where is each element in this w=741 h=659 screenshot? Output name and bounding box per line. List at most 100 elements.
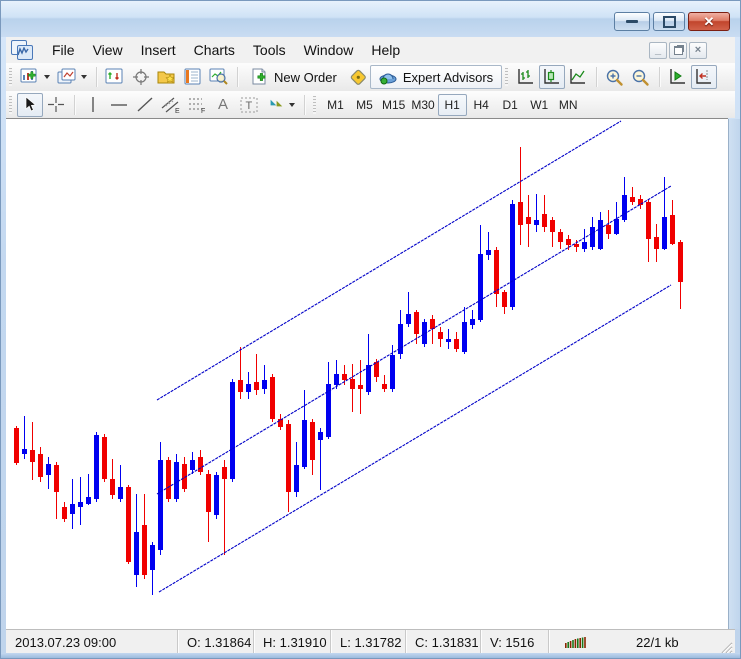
arrows-tool-button[interactable] [262, 93, 288, 117]
timeframe-m15-button[interactable]: M15 [379, 94, 408, 116]
candle [406, 292, 411, 327]
mdi-minimize-button[interactable]: _ [649, 41, 667, 59]
chart-window[interactable] [6, 118, 728, 629]
fibonacci-button[interactable]: F [184, 93, 210, 117]
data-window-icon [133, 69, 149, 85]
menu-tools[interactable]: Tools [244, 38, 295, 62]
candle [518, 147, 523, 245]
candle [286, 420, 291, 512]
timeframe-m1-button[interactable]: M1 [321, 94, 350, 116]
timeframe-h1-button[interactable]: H1 [437, 93, 467, 116]
candle [422, 319, 427, 347]
close-button[interactable]: ✕ [688, 12, 730, 31]
line-chart-button[interactable] [565, 65, 591, 89]
profiles-button[interactable] [54, 65, 80, 89]
candle [62, 502, 67, 522]
candle [398, 310, 403, 359]
metaeditor-button[interactable] [344, 65, 370, 89]
candle [246, 372, 251, 399]
zoom-in-button[interactable] [602, 65, 628, 89]
candle [614, 202, 619, 235]
menu-file[interactable]: File [43, 38, 84, 62]
timeframe-h4-button[interactable]: H4 [467, 94, 496, 116]
expert-advisors-button[interactable]: Expert Advisors [369, 65, 503, 89]
new-chart-icon [20, 68, 37, 83]
text-tool-button[interactable]: A [210, 93, 236, 117]
resize-grip[interactable] [719, 640, 733, 654]
menu-view[interactable]: View [84, 38, 132, 62]
text-label-button[interactable]: T [236, 93, 262, 117]
menu-help[interactable]: Help [362, 38, 409, 62]
bar-chart-button[interactable] [513, 65, 539, 89]
new-chart-dropdown-caret[interactable] [44, 75, 50, 79]
candlestick-chart-button[interactable] [539, 65, 566, 89]
toolbar-separator [304, 94, 305, 115]
new-order-icon [252, 68, 266, 85]
cursor-button[interactable] [17, 92, 43, 117]
titlebar[interactable]: ✕ [1, 1, 740, 37]
data-window-button[interactable] [128, 65, 154, 89]
menu-charts[interactable]: Charts [185, 38, 244, 62]
cursor-icon [25, 96, 37, 112]
market-watch-button[interactable] [102, 65, 128, 89]
zoom-out-button[interactable] [628, 65, 654, 89]
toolbar-separator [74, 94, 75, 115]
toolbar-separator [96, 67, 97, 87]
candle [166, 457, 171, 502]
menu-window[interactable]: Window [295, 38, 363, 62]
candle [222, 460, 227, 555]
timeframe-mn-button[interactable]: MN [554, 94, 583, 116]
new-order-button[interactable]: New Order [243, 65, 344, 89]
chart-right-frame [728, 119, 740, 629]
equidistant-channel-button[interactable]: E [158, 93, 184, 117]
svg-text:F: F [201, 108, 205, 114]
vertical-line-button[interactable] [80, 93, 106, 117]
horizontal-line-button[interactable] [106, 93, 132, 117]
candle [302, 390, 307, 469]
menu-bar: File View Insert Charts Tools Window Hel… [6, 37, 735, 64]
toolbar-separator [596, 67, 598, 87]
menu-insert[interactable]: Insert [132, 38, 185, 62]
trendline-button[interactable] [132, 93, 158, 117]
arrows-dropdown-caret[interactable] [289, 102, 295, 107]
terminal-icon [184, 68, 201, 85]
chart-canvas[interactable] [7, 120, 727, 629]
navigator-button[interactable] [154, 65, 180, 89]
profiles-dropdown-caret[interactable] [81, 75, 87, 79]
toolbar-grip[interactable] [313, 95, 316, 114]
zoom-in-icon [606, 69, 623, 86]
toolbar-grip[interactable] [9, 95, 12, 114]
expert-advisors-label: Expert Advisors [402, 69, 494, 85]
candle [310, 419, 315, 475]
toolbar-grip[interactable] [505, 68, 509, 86]
arrows-icon [270, 99, 283, 107]
minimize-icon [626, 20, 638, 23]
strategy-tester-button[interactable] [206, 65, 232, 89]
timeframe-m5-button[interactable]: M5 [350, 94, 379, 116]
crosshair-button[interactable] [43, 93, 69, 117]
mt4-logo-icon [11, 40, 35, 60]
mdi-close-button[interactable]: × [689, 41, 707, 59]
chart-shift-button[interactable] [691, 65, 718, 89]
bar-chart-icon [518, 69, 534, 84]
candle [510, 200, 515, 310]
new-chart-button[interactable] [17, 65, 43, 89]
expert-advisors-icon [379, 73, 397, 85]
timeframe-m30-button[interactable]: M30 [408, 94, 437, 116]
status-bar-connection: 22/1 kb [549, 630, 735, 654]
auto-scroll-button[interactable] [665, 65, 691, 89]
new-order-label: New Order [274, 69, 337, 85]
candle [110, 459, 115, 499]
terminal-button[interactable] [180, 65, 206, 89]
mdi-restore-button[interactable] [669, 41, 687, 59]
timeframe-d1-button[interactable]: D1 [496, 94, 525, 116]
status-bar-time: 2013.07.23 09:00 [6, 630, 178, 654]
text-label-icon: T [240, 97, 258, 112]
candle [542, 195, 547, 232]
toolbar-grip[interactable] [9, 68, 12, 86]
candle [38, 447, 43, 482]
connection-bars-icon [565, 637, 586, 648]
maximize-button[interactable] [653, 12, 685, 31]
timeframe-w1-button[interactable]: W1 [525, 94, 554, 116]
minimize-button[interactable] [614, 12, 650, 31]
